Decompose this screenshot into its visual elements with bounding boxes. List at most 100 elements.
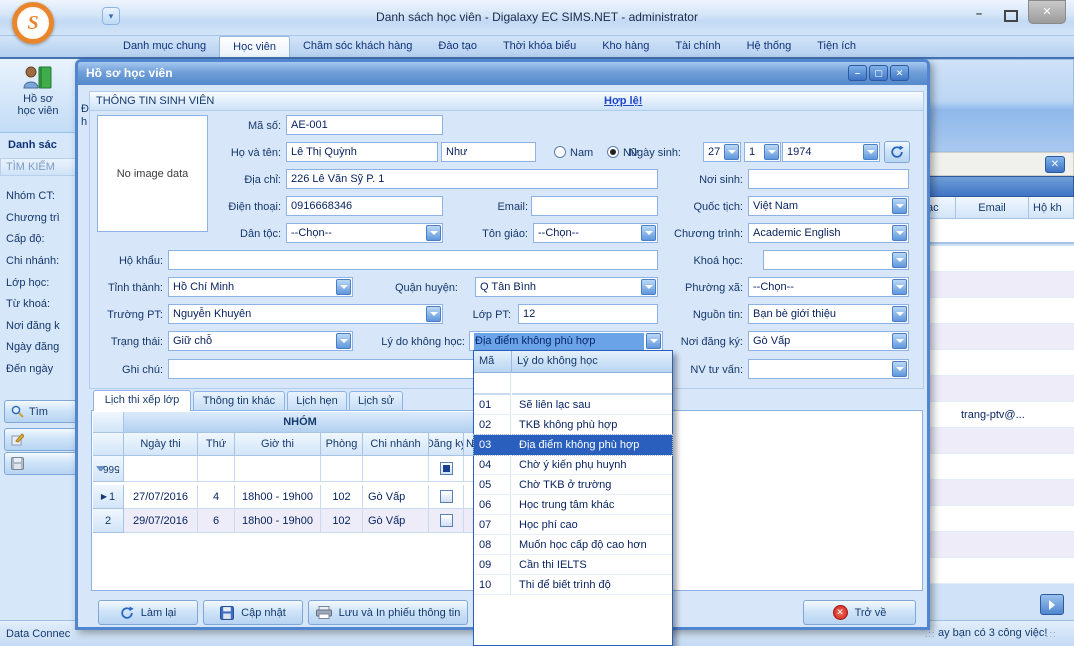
- chevron-down-icon[interactable]: [336, 333, 351, 349]
- row1-ngay-thi[interactable]: 27/07/2016: [124, 485, 198, 509]
- scroll-right-button[interactable]: [1040, 594, 1064, 615]
- bg-grid-row[interactable]: [925, 350, 1074, 376]
- bg-grid-row[interactable]: [925, 480, 1074, 506]
- combo-dan-toc[interactable]: --Chọn--: [286, 223, 443, 243]
- grid-row1-indicator[interactable]: ▶ 1: [93, 485, 124, 509]
- luu-in-button[interactable]: Lưu và In phiếu thông tin: [308, 600, 468, 625]
- input-dien-thoai[interactable]: 0916668346: [286, 196, 443, 216]
- bg-grid-row[interactable]: [925, 532, 1074, 558]
- edit-button[interactable]: [4, 428, 82, 451]
- chevron-down-icon[interactable]: [724, 144, 739, 160]
- menu-tai-chinh[interactable]: Tài chính: [662, 36, 733, 57]
- dropdown-row-08[interactable]: 08 Muốn học cấp độ cao hơn: [474, 535, 672, 555]
- row2-ngay-thi[interactable]: 29/07/2016: [124, 509, 198, 533]
- chevron-down-icon[interactable]: [892, 279, 907, 295]
- chevron-down-icon[interactable]: [892, 225, 907, 241]
- bg-grid-row[interactable]: [925, 272, 1074, 298]
- input-ho-khau[interactable]: [168, 250, 658, 270]
- combo-phuong-xa[interactable]: --Chọn--: [748, 277, 909, 297]
- row1-phong[interactable]: 102: [321, 485, 363, 509]
- combo-tinh-thanh[interactable]: Hồ Chí Minh: [168, 277, 353, 297]
- row2-checkbox[interactable]: [440, 514, 453, 527]
- dropdown-row-05[interactable]: 05 Chờ TKB ở trường: [474, 475, 672, 495]
- row1-dang-ky[interactable]: [429, 485, 464, 509]
- filter-cell[interactable]: [124, 456, 198, 482]
- radio-nam[interactable]: [554, 146, 566, 158]
- bg-grid-row[interactable]: [925, 506, 1074, 532]
- combo-quoc-tich[interactable]: Việt Nam: [748, 196, 909, 216]
- chevron-down-icon[interactable]: [892, 252, 907, 268]
- menu-tien-ich[interactable]: Tiện ích: [804, 36, 869, 57]
- dropdown-row-01[interactable]: 01 Sẽ liên lạc sau: [474, 395, 672, 415]
- tro-ve-button[interactable]: ✕ Trở về: [803, 600, 916, 625]
- row2-gio-thi[interactable]: 18h00 - 19h00: [235, 509, 321, 533]
- chevron-down-icon[interactable]: [892, 361, 907, 377]
- combo-nv-tu-van[interactable]: [748, 359, 909, 379]
- combo-birth-month[interactable]: 1: [744, 142, 781, 162]
- cap-nhat-button[interactable]: Cập nhật: [203, 600, 303, 625]
- search-button[interactable]: Tìm: [4, 400, 82, 423]
- save-button-sidebar[interactable]: [4, 452, 82, 475]
- lam-lai-button[interactable]: Làm lại: [98, 600, 198, 625]
- input-lop-pt[interactable]: 12: [518, 304, 658, 324]
- bg-grid-row[interactable]: [925, 376, 1074, 402]
- input-ma-so[interactable]: AE-001: [286, 115, 443, 135]
- tab-lich-su[interactable]: Lịch sử: [349, 391, 403, 411]
- menu-he-thong[interactable]: Hệ thống: [734, 36, 805, 57]
- bg-grid-row[interactable]: [925, 324, 1074, 350]
- sidebar-tab-danh-sach[interactable]: Danh sác: [8, 139, 84, 151]
- filter-cell[interactable]: [198, 456, 235, 482]
- grid-col-phong[interactable]: Phòng: [321, 433, 363, 456]
- filter-checkbox[interactable]: [440, 462, 453, 475]
- dropdown-row-03-selected[interactable]: 03 Địa điểm không phù hợp: [474, 435, 672, 455]
- grid-col-gio-thi[interactable]: Giờ thi: [235, 433, 321, 456]
- bg-grid-filter-row[interactable]: [925, 219, 1074, 244]
- input-email[interactable]: [531, 196, 658, 216]
- chevron-down-icon[interactable]: [336, 279, 351, 295]
- hop-le-link[interactable]: Hợp lệ!: [604, 95, 642, 107]
- menu-danh-muc-chung[interactable]: Danh mục chung: [110, 36, 219, 57]
- row2-dang-ky[interactable]: [429, 509, 464, 533]
- input-ho-dem[interactable]: Lê Thị Quỳnh: [286, 142, 438, 162]
- dropdown-row-02[interactable]: 02 TKB không phù hợp: [474, 415, 672, 435]
- filter-cell[interactable]: [235, 456, 321, 482]
- grid-col-ngay-thi[interactable]: Ngày thi: [124, 433, 198, 456]
- chevron-down-icon[interactable]: [426, 225, 441, 241]
- status-grip-right[interactable]: .::: [1046, 629, 1057, 639]
- panel-close-icon[interactable]: ✕: [1045, 156, 1065, 173]
- dialog-minimize-button[interactable]: –: [848, 65, 867, 81]
- filter-cell[interactable]: [363, 456, 429, 482]
- window-maximize-button[interactable]: [1004, 10, 1018, 22]
- bg-grid-row[interactable]: [925, 428, 1074, 454]
- row1-chi-nhanh[interactable]: Gò Vấp: [363, 485, 429, 509]
- row2-chi-nhanh[interactable]: Gò Vấp: [363, 509, 429, 533]
- filter-cell-dang-ky[interactable]: [429, 456, 464, 482]
- chevron-down-icon[interactable]: [641, 225, 656, 241]
- menu-dao-tao[interactable]: Đào tạo: [425, 36, 490, 57]
- window-close-button[interactable]: ✕: [1028, 0, 1066, 24]
- grid-row2-indicator[interactable]: 2: [93, 509, 124, 533]
- dialog-titlebar[interactable]: Hồ sơ học viên: [78, 62, 927, 85]
- input-noi-sinh[interactable]: [748, 169, 909, 189]
- row1-thu[interactable]: 4: [198, 485, 235, 509]
- combo-chuong-trinh[interactable]: Academic English: [748, 223, 909, 243]
- app-logo-icon[interactable]: S: [12, 2, 54, 44]
- bg-grid-col-email[interactable]: Email: [956, 197, 1029, 219]
- chevron-down-icon[interactable]: [426, 306, 441, 322]
- menu-hoc-vien[interactable]: Học viên: [219, 36, 290, 57]
- row1-gio-thi[interactable]: 18h00 - 19h00: [235, 485, 321, 509]
- combo-quan-huyen[interactable]: Q Tân Bình: [475, 277, 658, 297]
- refresh-birthdate-button[interactable]: [884, 141, 910, 163]
- dialog-maximize-button[interactable]: ▢: [869, 65, 888, 81]
- combo-ly-do-khong-hoc[interactable]: Địa điểm không phù hợp: [469, 331, 663, 351]
- photo-placeholder[interactable]: No image data: [97, 115, 208, 232]
- bg-grid-row[interactable]: [925, 558, 1074, 584]
- grid-filter-row-indicator[interactable]: 566: [93, 456, 124, 482]
- menu-cham-soc-khach-hang[interactable]: Chăm sóc khách hàng: [290, 36, 425, 57]
- grid-col-dang-ky[interactable]: Đăng ký: [429, 433, 464, 456]
- combo-trang-thai[interactable]: Giữ chỗ: [168, 331, 353, 351]
- dropdown-row-09[interactable]: 09 Cần thi IELTS: [474, 555, 672, 575]
- dropdown-col-ma[interactable]: Mã: [474, 351, 512, 373]
- row2-thu[interactable]: 6: [198, 509, 235, 533]
- menu-thoi-khoa-bieu[interactable]: Thời khóa biểu: [490, 36, 589, 57]
